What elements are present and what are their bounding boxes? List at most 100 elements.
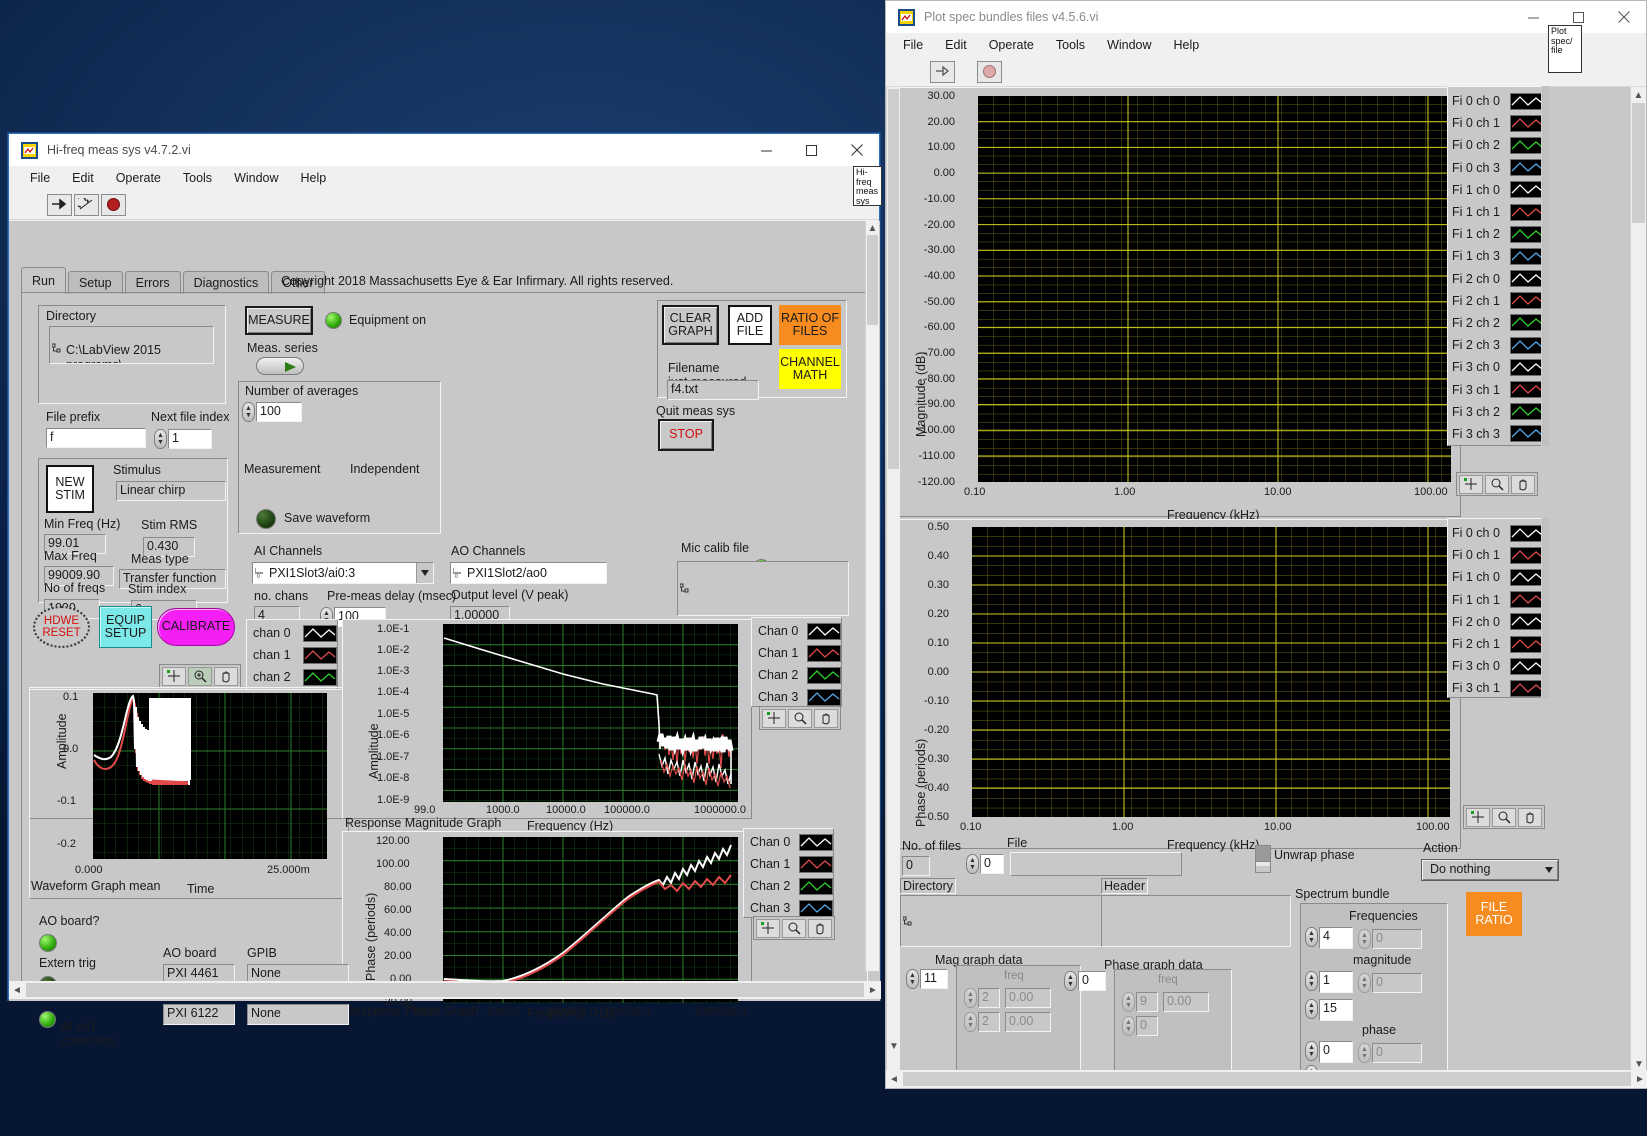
menu-help[interactable]: Help (290, 169, 338, 187)
cursor-tool-icon[interactable] (1466, 808, 1490, 827)
ai-channels-select[interactable]: PXI1Slot3/ai0:3 (252, 562, 434, 584)
plot-swatch-icon[interactable] (1510, 115, 1544, 132)
legend-item[interactable]: Chan 2 (750, 875, 833, 897)
tab-diagnostics[interactable]: Diagnostics (183, 271, 270, 294)
plot-swatch-icon[interactable] (1510, 181, 1544, 198)
tab-run[interactable]: Run (21, 267, 66, 294)
equip-setup-button[interactable]: EQUIP SETUP (99, 606, 152, 648)
legend-item[interactable]: Fi 1 ch 0 (1452, 179, 1548, 201)
meas-menubar[interactable]: File Edit Operate Tools Window Help (9, 166, 879, 190)
scroll-up-arrow[interactable]: ▲ (1631, 87, 1646, 103)
legend-item[interactable]: Fi 0 ch 1 (1452, 544, 1548, 566)
legend-item[interactable]: chan 1 (253, 644, 337, 666)
plot-swatch-icon[interactable] (303, 669, 337, 686)
meas-series-toggle[interactable] (256, 357, 304, 375)
plot-directory-browse-icon[interactable] (903, 914, 912, 932)
scroll-thumb-h[interactable] (26, 983, 864, 997)
plot-swatch-icon[interactable] (1510, 636, 1544, 653)
mag-graph-data-index[interactable]: 11 (920, 969, 948, 989)
legend-item[interactable]: Fi 3 ch 1 (1452, 378, 1548, 400)
magnitude-value-stepper[interactable]: ▲▼ (1358, 973, 1371, 993)
plot-swatch-icon[interactable] (807, 623, 841, 640)
magnitude-legend-scrollbar[interactable] (1541, 86, 1549, 446)
legend-item[interactable]: chan 2 (253, 666, 337, 688)
minimize-button[interactable] (744, 134, 789, 166)
legend-item[interactable]: Fi 0 ch 2 (1452, 134, 1548, 156)
cursor-tool-icon[interactable] (162, 667, 186, 686)
plot-swatch-icon[interactable] (1510, 93, 1544, 110)
plot-swatch-icon[interactable] (799, 834, 833, 851)
file-ratio-button[interactable]: FILE RATIO (1466, 892, 1522, 936)
legend-item[interactable]: Fi 2 ch 3 (1452, 334, 1548, 356)
plot-swatch-icon[interactable] (1510, 248, 1544, 265)
pan-tool-icon[interactable] (1518, 808, 1542, 827)
zoom-tool-icon[interactable] (1485, 475, 1509, 494)
next-file-index-input[interactable]: 1 (168, 429, 212, 449)
scroll-thumb-h[interactable] (903, 1072, 1631, 1086)
scroll-thumb-inner[interactable] (888, 89, 899, 469)
cursor-tool-icon[interactable] (756, 919, 780, 938)
plot-swatch-icon[interactable] (1510, 292, 1544, 309)
meas-vertical-scrollbar[interactable]: ▲ (865, 221, 879, 971)
menu-tools[interactable]: Tools (172, 169, 223, 187)
browse-folder-icon[interactable] (52, 341, 61, 359)
legend-item[interactable]: Chan 0 (758, 620, 841, 642)
legend-item[interactable]: Fi 1 ch 0 (1452, 566, 1548, 588)
phase-index-input[interactable]: 0 (1319, 1041, 1353, 1063)
zoom-tool-icon[interactable] (788, 709, 812, 728)
phase-index-stepper[interactable]: ▲▼ (1305, 1041, 1318, 1061)
plot-swatch-icon[interactable] (799, 900, 833, 917)
cursor-tool-icon[interactable] (762, 709, 786, 728)
meas-window-titlebar[interactable]: Hi-freq meas sys v4.7.2.vi (9, 134, 879, 166)
close-button[interactable] (834, 134, 879, 166)
plot-swatch-icon[interactable] (1510, 658, 1544, 675)
number-of-averages-input[interactable]: 100 (256, 402, 302, 422)
ao-channels-input[interactable]: PXI1Slot2/ao0 (450, 562, 607, 584)
magnitude-db-graph-tools[interactable] (1456, 472, 1538, 496)
phase-legend-scrollbar[interactable] (1541, 518, 1549, 698)
plot-swatch-icon[interactable] (1510, 314, 1544, 331)
legend-item[interactable]: Fi 2 ch 1 (1452, 290, 1548, 312)
measure-button[interactable]: MEASURE (245, 306, 313, 335)
spectrum-index-input[interactable]: 4 (1319, 927, 1353, 949)
run-arrow-icon[interactable] (930, 61, 955, 83)
abort-execution-icon[interactable] (101, 194, 126, 216)
pan-tool-icon[interactable] (1511, 475, 1535, 494)
plot-swatch-icon[interactable] (1510, 137, 1544, 154)
plot-swatch-icon[interactable] (1510, 525, 1544, 542)
magnitude-index-input[interactable]: 1 (1319, 971, 1353, 993)
run-arrow-icon[interactable] (47, 194, 72, 216)
stop-button[interactable]: STOP (658, 419, 714, 451)
scroll-up-arrow[interactable]: ▲ (866, 221, 879, 235)
plot-swatch-icon[interactable] (1510, 547, 1544, 564)
legend-item[interactable]: Fi 1 ch 1 (1452, 589, 1548, 611)
plot-swatch-icon[interactable] (1510, 270, 1544, 287)
menu-operate[interactable]: Operate (978, 36, 1045, 54)
phase-sub-stepper[interactable]: ▲▼ (1122, 992, 1135, 1012)
magnitude-index2-input[interactable]: 15 (1319, 999, 1353, 1021)
plot-swatch-icon[interactable] (807, 689, 841, 706)
legend-item[interactable]: Chan 3 (758, 686, 841, 708)
plot-window-tab-tooltip[interactable]: Plot spec/ file (1548, 25, 1582, 73)
header-field[interactable] (1101, 895, 1291, 947)
legend-item[interactable]: Fi 2 ch 1 (1452, 633, 1548, 655)
plot-swatch-icon[interactable] (1510, 159, 1544, 176)
menu-file[interactable]: File (892, 36, 934, 54)
plot-window-titlebar[interactable]: Plot spec bundles files v4.5.6.vi (886, 1, 1646, 33)
pan-tool-icon[interactable] (214, 667, 238, 686)
legend-item[interactable]: Fi 2 ch 2 (1452, 312, 1548, 334)
plot-swatch-icon[interactable] (807, 645, 841, 662)
next-file-index-stepper[interactable]: ▲▼ (154, 429, 167, 449)
waveform-graph-tools[interactable] (159, 664, 241, 688)
hdwe-reset-button[interactable]: HDWE RESET (33, 606, 90, 648)
chevron-down-icon[interactable] (1540, 861, 1557, 879)
clear-graph-button[interactable]: CLEAR GRAPH (662, 305, 719, 345)
mic-calib-browse-icon[interactable] (680, 581, 689, 599)
tab-setup[interactable]: Setup (68, 271, 123, 294)
number-of-averages-stepper[interactable]: ▲▼ (242, 402, 255, 422)
scroll-left-arrow[interactable]: ◄ (886, 1074, 902, 1085)
response-phase-plot[interactable] (443, 837, 738, 1003)
run-continuously-icon[interactable] (74, 194, 99, 216)
legend-item[interactable]: Fi 3 ch 3 (1452, 423, 1548, 445)
ratio-of-files-button[interactable]: RATIO OF FILES (779, 305, 841, 345)
